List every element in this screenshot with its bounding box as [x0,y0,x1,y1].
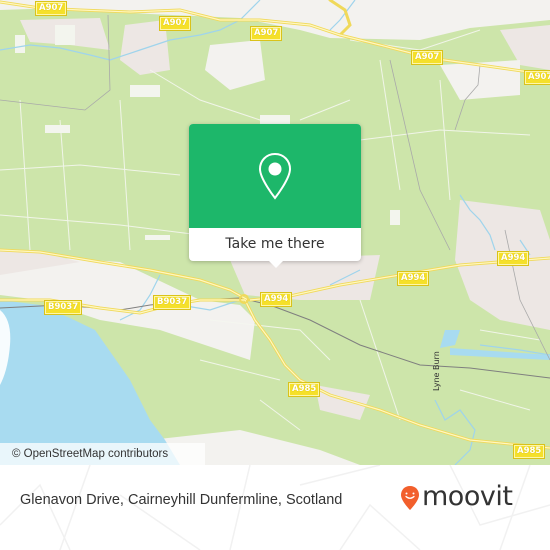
take-me-there-button[interactable]: Take me there [189,228,361,261]
pond [440,330,460,348]
road-label-a907: A907 [523,70,550,85]
address-text: Glenavon Drive, Cairneyhill Dunfermline,… [20,492,343,508]
road-label-a994: A994 [496,251,530,266]
road-label-a994: A994 [396,271,430,286]
road-label-a985: A985 [512,444,546,459]
map-pin-icon [258,152,292,200]
footer: Glenavon Drive, Cairneyhill Dunfermline,… [0,465,550,550]
road-label-b9037: B9037 [152,295,192,310]
road-label-b9037: B9037 [43,300,83,315]
urban-area [205,40,265,90]
road-label-a907: A907 [410,50,444,65]
map-view[interactable]: A907 A907 A907 A907 A907 B9037 B9037 A99… [0,0,550,465]
road-label-a907: A907 [249,26,283,41]
popup-header [189,124,361,228]
road-label-a907: A907 [158,16,192,31]
map-attribution[interactable]: © OpenStreetMap contributors [0,443,205,465]
moovit-pin-logo-icon [401,486,419,510]
water-label-lyne-burn: Lyne Burn [432,351,441,391]
river-lyne [450,348,550,360]
popup-pointer [268,260,284,268]
road-label-a985: A985 [287,382,321,397]
road-label-a994: A994 [259,292,293,307]
location-popup: Take me there [189,124,361,268]
moovit-wordmark: moovit [422,481,513,512]
road-label-a907: A907 [34,1,68,16]
